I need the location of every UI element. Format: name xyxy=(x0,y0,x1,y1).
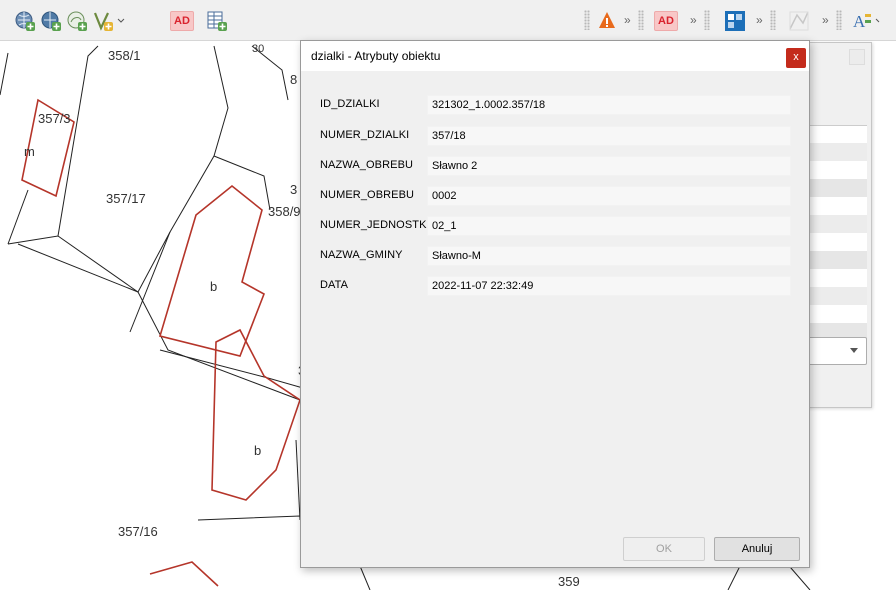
toolbar-separator xyxy=(770,10,776,30)
field-value-input[interactable]: 02_1 xyxy=(427,216,791,236)
field-value-input[interactable]: 0002 xyxy=(427,186,791,206)
field-value-text: Sławno 2 xyxy=(432,160,478,172)
parcel-label: 8 xyxy=(290,72,298,87)
fire-plugin-icon[interactable] xyxy=(596,10,618,32)
field-value-input[interactable]: 2022-11-07 22:32:49 xyxy=(427,276,791,296)
attribute-row: NUMER_DZIALKI 357/18 xyxy=(301,126,809,146)
field-value-input[interactable]: Sławno 2 xyxy=(427,156,791,176)
attribute-row: DATA 2022-11-07 22:32:49 xyxy=(301,276,809,296)
parcel-label: 30 xyxy=(252,43,265,55)
toolbar-separator xyxy=(638,10,644,30)
toolbar-more-chevron[interactable]: » xyxy=(624,13,631,27)
dialog-title: dzialki - Atrybuty obiektu xyxy=(311,49,441,63)
field-value-input[interactable]: 357/18 xyxy=(427,126,791,146)
close-button[interactable]: x xyxy=(786,48,806,68)
field-value-input[interactable]: Sławno-M xyxy=(427,246,791,266)
attribute-row: NAZWA_OBREBU Sławno 2 xyxy=(301,156,809,176)
add-wcs-icon[interactable] xyxy=(66,10,88,32)
toolbar-more-chevron[interactable]: » xyxy=(690,13,697,27)
background-dialog-close-button[interactable] xyxy=(849,49,865,65)
ad-plugin-button-2[interactable]: AD xyxy=(654,11,678,31)
building-label: b xyxy=(254,443,262,458)
cancel-button[interactable]: Anuluj xyxy=(714,537,800,561)
toolbar-separator xyxy=(704,10,710,30)
field-value-text: Sławno-M xyxy=(432,250,481,262)
toolbar-more-chevron[interactable]: » xyxy=(756,13,763,27)
ad-plugin-button[interactable]: AD xyxy=(170,11,194,31)
attribute-row: ID_DZIALKI 321302_1.0002.357/18 xyxy=(301,95,809,115)
field-name: NUMER_DZIALKI xyxy=(320,129,410,141)
parcel-label: 359 xyxy=(558,574,580,589)
svg-text:A: A xyxy=(853,12,866,31)
add-wfs-icon[interactable] xyxy=(40,10,62,32)
add-vector-layer-icon[interactable] xyxy=(92,10,126,32)
add-wms-icon[interactable] xyxy=(14,10,36,32)
parcel-label: 357/16 xyxy=(118,524,158,539)
attribute-row: NAZWA_GMINY Sławno-M xyxy=(301,246,809,266)
field-name: NUMER_OBREBU xyxy=(320,189,415,201)
field-value-text: 357/18 xyxy=(432,130,466,142)
parcel-label: 3 xyxy=(290,182,298,197)
field-name: DATA xyxy=(320,279,349,291)
field-name: NAZWA_GMINY xyxy=(320,249,403,261)
attribute-row: NUMER_OBREBU 0002 xyxy=(301,186,809,206)
attribute-row: NUMER_JEDNOSTKI 02_1 xyxy=(301,216,809,236)
field-name: ID_DZIALKI xyxy=(320,98,380,110)
label-icon[interactable]: A xyxy=(852,10,882,32)
field-value-text: 2022-11-07 22:32:49 xyxy=(432,280,534,292)
parcel-label: 357/17 xyxy=(106,191,146,206)
field-name: NUMER_JEDNOSTKI xyxy=(320,219,430,231)
chevron-down-icon xyxy=(850,348,858,353)
toolbar-separator xyxy=(836,10,842,30)
main-toolbar: AD » AD » » » A xyxy=(0,0,896,41)
parcel-label: 357/3 xyxy=(38,111,71,126)
dialog-title-bar[interactable]: dzialki - Atrybuty obiektu x xyxy=(301,41,809,71)
parcel-label: 358/9 xyxy=(268,204,301,219)
field-value-input[interactable]: 321302_1.0002.357/18 xyxy=(427,95,791,115)
ok-button[interactable]: OK xyxy=(623,537,705,561)
toolbar-separator xyxy=(584,10,590,30)
building-label: b xyxy=(210,279,218,294)
field-name: NAZWA_OBREBU xyxy=(320,159,414,171)
field-value-text: 02_1 xyxy=(432,220,457,232)
digitize-icon[interactable] xyxy=(788,10,810,32)
feature-attributes-dialog: dzialki - Atrybuty obiektu x ID_DZIALKI … xyxy=(300,40,810,568)
building-label: m xyxy=(24,144,35,159)
add-table-icon[interactable] xyxy=(206,10,228,32)
grid-plugin-icon[interactable] xyxy=(724,10,746,32)
field-value-text: 321302_1.0002.357/18 xyxy=(432,99,546,111)
parcel-label: 358/1 xyxy=(108,48,141,63)
toolbar-more-chevron[interactable]: » xyxy=(822,13,829,27)
field-value-text: 0002 xyxy=(432,190,457,202)
